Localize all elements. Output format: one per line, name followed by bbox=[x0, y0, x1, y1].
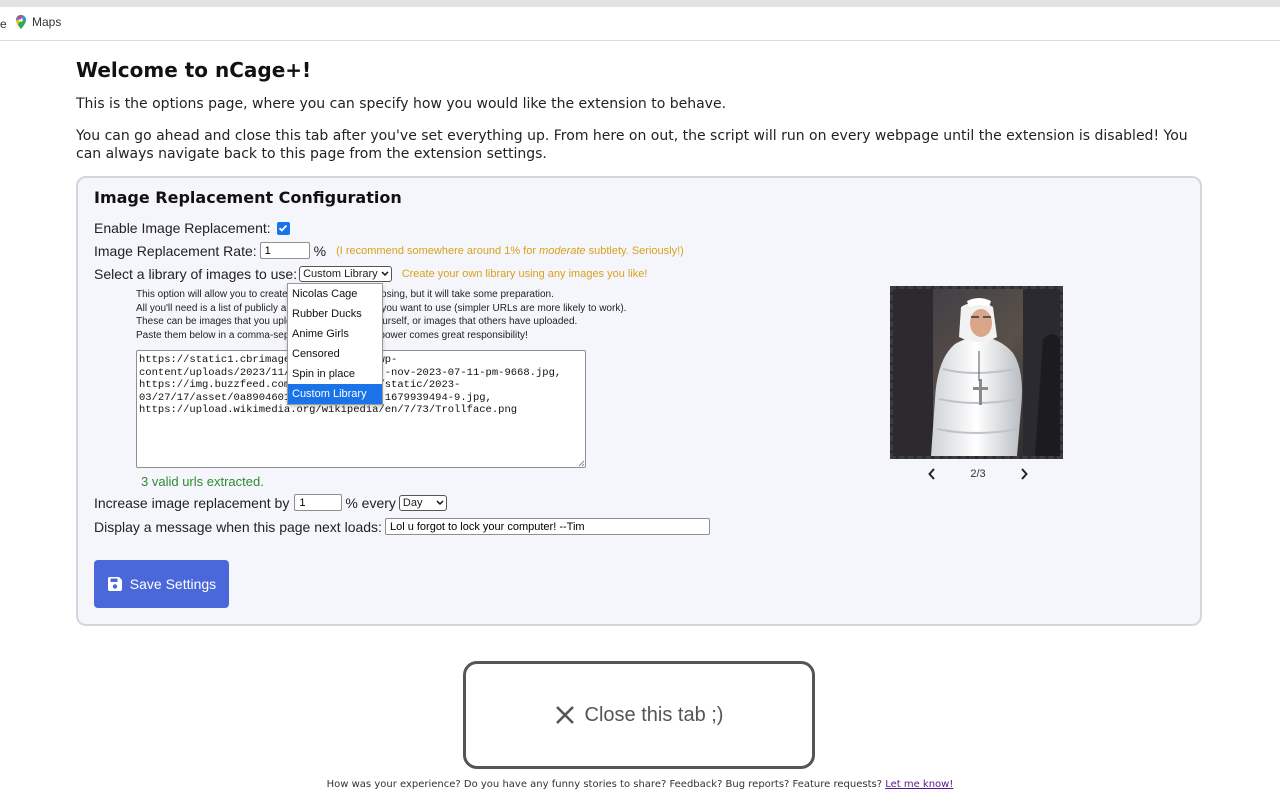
library-option[interactable]: Nicolas Cage bbox=[288, 284, 382, 304]
config-heading: Image Replacement Configuration bbox=[94, 188, 402, 207]
feedback-link[interactable]: Let me know! bbox=[885, 779, 953, 790]
library-row: Select a library of images to use: Custo… bbox=[94, 266, 647, 282]
desc-text: images you want to use (simpler URLs are… bbox=[346, 302, 627, 314]
period-select[interactable]: Day bbox=[398, 494, 447, 511]
enable-checkbox[interactable] bbox=[276, 221, 290, 235]
rate-unit: % bbox=[313, 242, 327, 259]
preview-pager: 2/3 bbox=[928, 468, 1028, 480]
period-select-value: Day bbox=[402, 496, 423, 509]
bookmark-maps-label: Maps bbox=[32, 15, 62, 29]
desc-text: yourself, or images that others have upl… bbox=[371, 316, 578, 327]
library-select-value: Custom Library bbox=[303, 268, 378, 280]
rate-hint: (I recommend somewhere around 1% for mod… bbox=[336, 245, 684, 257]
library-hint: Create your own library using any images… bbox=[401, 268, 648, 280]
library-label: Select a library of images to use: bbox=[94, 266, 298, 282]
image-preview bbox=[890, 286, 1063, 459]
desc-text: Paste them below in a comma-sep bbox=[136, 329, 290, 341]
rate-row: Image Replacement Rate: % (I recommend s… bbox=[94, 242, 684, 259]
rate-hint-prefix: (I recommend somewhere around 1% for bbox=[336, 244, 540, 257]
chevron-left-icon[interactable] bbox=[928, 468, 936, 480]
config-card: Image Replacement Configuration Enable I… bbox=[76, 176, 1202, 626]
desc-text: power comes great responsibility! bbox=[379, 329, 528, 341]
browser-top-strip bbox=[0, 0, 1280, 7]
close-tab-button[interactable]: Close this tab ;) bbox=[463, 661, 815, 769]
library-option[interactable]: Censored bbox=[288, 344, 382, 364]
message-input[interactable] bbox=[384, 518, 710, 535]
desc-text: These can be images that you uplo bbox=[136, 316, 292, 327]
close-tab-label: Close this tab ;) bbox=[584, 703, 724, 726]
rate-hint-emphasis: moderate bbox=[539, 244, 586, 257]
library-dropdown: Nicolas Cage Rubber Ducks Anime Girls Ce… bbox=[287, 283, 383, 405]
bookmark-maps[interactable]: Maps bbox=[16, 15, 61, 29]
library-option[interactable]: Rubber Ducks bbox=[288, 304, 382, 324]
close-icon bbox=[555, 706, 574, 724]
desc-text: This option will allow you to create bbox=[136, 289, 288, 300]
library-option-selected[interactable]: Custom Library bbox=[288, 384, 382, 404]
footer-text: How was your experience? Do you have any… bbox=[326, 779, 886, 790]
desc-text: All you'll need is a list of publicly a bbox=[136, 302, 287, 314]
chevron-down-icon bbox=[436, 499, 444, 505]
save-settings-button[interactable]: Save Settings bbox=[94, 560, 229, 608]
floppy-disk-icon bbox=[107, 577, 122, 591]
checkmark-icon bbox=[279, 224, 288, 232]
save-settings-label: Save Settings bbox=[129, 576, 217, 592]
valid-urls-message: 3 valid urls extracted. bbox=[141, 474, 264, 489]
enable-row: Enable Image Replacement: bbox=[94, 220, 290, 236]
chevron-down-icon bbox=[381, 271, 389, 277]
chevron-right-icon[interactable] bbox=[1020, 468, 1028, 480]
resize-grip-icon[interactable] bbox=[578, 460, 585, 467]
increase-row: Increase image replacement by % every Da… bbox=[94, 494, 447, 511]
enable-label: Enable Image Replacement: bbox=[94, 220, 271, 236]
map-pin-icon bbox=[16, 15, 26, 29]
message-row: Display a message when this page next lo… bbox=[94, 518, 710, 535]
rate-input[interactable] bbox=[259, 242, 310, 259]
increase-every-label: % every bbox=[345, 494, 396, 511]
rate-label: Image Replacement Rate: bbox=[94, 242, 257, 259]
preview-counter: 2/3 bbox=[970, 468, 986, 480]
increase-label: Increase image replacement by bbox=[94, 494, 290, 511]
library-select[interactable]: Custom Library bbox=[299, 266, 392, 282]
rate-hint-suffix: subtlety. Seriously!) bbox=[585, 244, 684, 257]
library-option[interactable]: Spin in place bbox=[288, 364, 382, 384]
increase-input[interactable] bbox=[294, 494, 343, 511]
library-option[interactable]: Anime Girls bbox=[288, 324, 382, 344]
footer: How was your experience? Do you have any… bbox=[0, 779, 1280, 790]
intro-paragraph-2: You can go ahead and close this tab afte… bbox=[76, 128, 1188, 162]
bookmarks-bar: e Maps bbox=[0, 7, 1280, 41]
bookmark-truncated[interactable]: e bbox=[0, 17, 7, 31]
intro-paragraph-1: This is the options page, where you can … bbox=[76, 96, 727, 112]
message-label: Display a message when this page next lo… bbox=[94, 518, 382, 535]
page-title: Welcome to nCage+! bbox=[76, 58, 312, 82]
preview-photo bbox=[893, 289, 1060, 456]
